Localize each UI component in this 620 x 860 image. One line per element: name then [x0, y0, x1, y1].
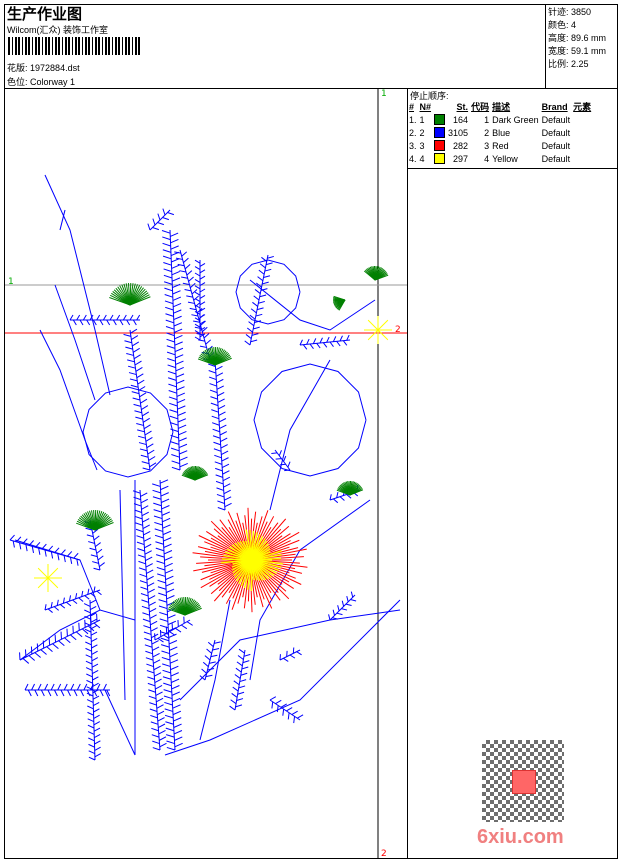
table-row: 1. 1 164 1 Dark Green Default: [409, 114, 571, 126]
column-header: #: [409, 101, 415, 112]
color-swatch: [434, 153, 446, 165]
barcode: [8, 37, 140, 55]
watermark-logo: 6xiu.com: [477, 826, 564, 848]
column-header: 元素: [573, 102, 592, 112]
column-header: Brand: [541, 101, 568, 112]
column-header: N#: [419, 101, 432, 112]
table-row: 2. 2 3105 2 Blue Default: [409, 127, 571, 139]
column-header: [434, 100, 448, 113]
column-header: St.: [456, 101, 469, 112]
color-sequence-table: # N# St. 代码 描述 Brand 元素 1. 1 164 1 Dark Green Defau…: [409, 100, 594, 165]
watermark-stamp: [512, 770, 536, 794]
color-swatch: [434, 127, 446, 139]
stat-0: 针迹: 3850: [548, 7, 592, 17]
design-file: 花版: 1972884.dst: [7, 63, 80, 73]
color-swatch: [434, 114, 446, 126]
color-swatch: [434, 140, 446, 152]
production-worksheet: 生产作业图 Wilcom(汇众) 装饰工作室 花版: 1972884.dst 色…: [0, 0, 620, 860]
colorway: 色位: Colorway 1: [7, 77, 76, 87]
stat-1: 颜色: 4: [548, 20, 577, 30]
stat-3: 宽度: 59.1 mm: [548, 46, 607, 56]
table-row: 4. 4 297 4 Yellow Default: [409, 153, 571, 165]
page-title: 生产作业图: [7, 6, 83, 23]
table-row: 3. 3 282 3 Red Default: [409, 140, 571, 152]
stat-4: 比例: 2.25: [548, 59, 589, 69]
company-name: Wilcom(汇众) 装饰工作室: [7, 25, 108, 35]
column-header: 代码: [471, 102, 490, 112]
stat-2: 高度: 89.6 mm: [548, 33, 607, 43]
column-header: 描述: [492, 102, 511, 112]
